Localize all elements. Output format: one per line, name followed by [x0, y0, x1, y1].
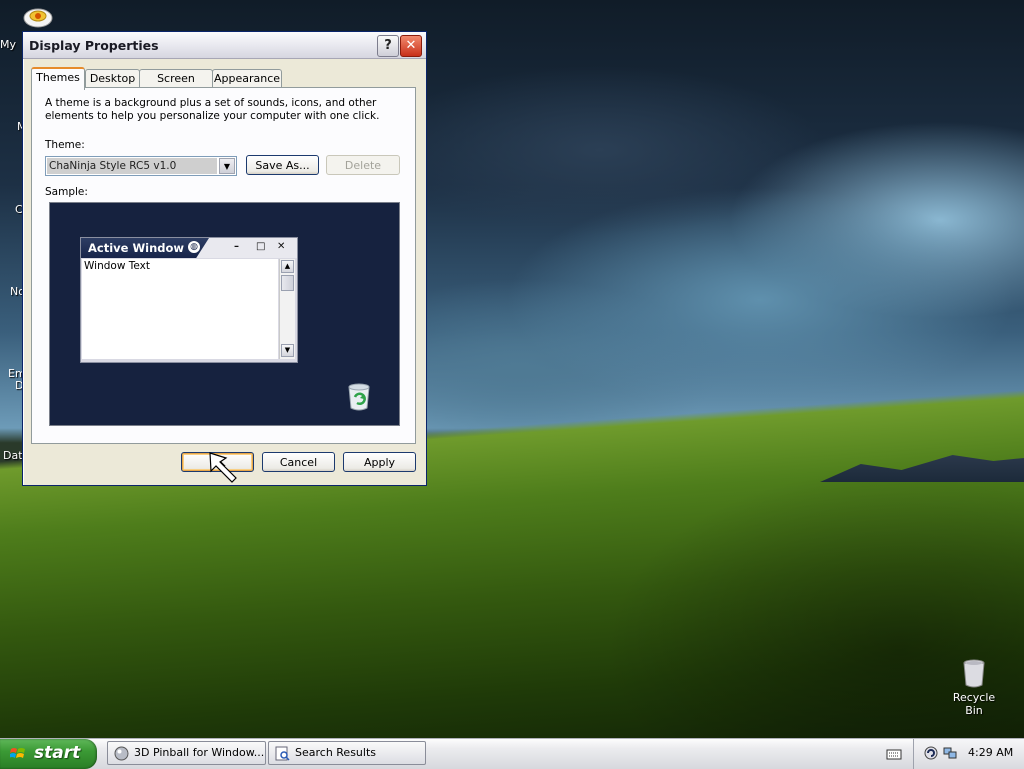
close-button[interactable]: ✕	[400, 35, 422, 57]
recycle-bin-shortcut[interactable]: Recycle Bin	[944, 658, 1004, 717]
cancel-button[interactable]: Cancel	[262, 452, 335, 472]
theme-dropdown-value: ChaNinja Style RC5 v1.0	[47, 158, 217, 174]
sample-maximize-icon: □	[256, 241, 266, 252]
sample-active-window: Active Window ◍ – □ ✕ Window Text ▲ ▼	[80, 237, 298, 363]
help-button[interactable]: ?	[377, 35, 399, 57]
distant-hills	[820, 455, 1024, 482]
sample-label: Sample:	[45, 186, 88, 198]
keyboard-icon[interactable]	[886, 747, 902, 761]
desktop-icon-label[interactable]: My	[0, 38, 16, 51]
tab-appearance[interactable]: Appearance	[212, 69, 282, 87]
sample-scrollbar: ▲ ▼	[279, 259, 295, 359]
mouse-cursor-icon	[209, 452, 237, 483]
search-results-icon	[275, 746, 290, 761]
start-label: start	[34, 743, 81, 763]
taskbar: start 3D Pinball for Window... Search Re…	[0, 738, 1024, 769]
sample-window-body: Window Text	[82, 259, 278, 359]
sample-close-icon: ✕	[277, 241, 286, 252]
theme-label: Theme:	[45, 139, 85, 151]
apply-button[interactable]: Apply	[343, 452, 416, 472]
sample-recycle-bin-icon	[348, 383, 370, 411]
pinball-icon	[114, 746, 129, 761]
tab-themes[interactable]: Themes	[31, 67, 85, 90]
windows-flag-icon	[10, 748, 25, 758]
themes-panel: A theme is a background plus a set of so…	[31, 87, 416, 444]
sample-window-text: Window Text	[84, 260, 150, 272]
recycle-bin-label: Recycle Bin	[952, 691, 996, 717]
window-title: Display Properties	[29, 38, 159, 53]
tray-theme-icon[interactable]	[924, 746, 938, 760]
sample-theme-badge-icon: ◍	[188, 241, 200, 253]
clock[interactable]: 4:29 AM	[968, 746, 1013, 759]
delete-button[interactable]: Delete	[326, 155, 400, 175]
recycle-bin-icon	[963, 659, 985, 688]
start-button[interactable]: start	[0, 739, 97, 769]
system-tray: 4:29 AM	[913, 739, 1024, 769]
scroll-up-icon: ▲	[281, 260, 294, 273]
theme-dropdown[interactable]: ChaNinja Style RC5 v1.0 ▼	[45, 156, 237, 176]
window-titlebar[interactable]: Display Properties ? ✕	[23, 32, 426, 59]
sample-window-title: Active Window	[88, 241, 185, 255]
display-properties-window: Display Properties ? ✕ Themes Desktop Sc…	[22, 31, 427, 486]
sample-titlebar: Active Window ◍ – □ ✕	[81, 238, 297, 258]
save-as-button[interactable]: Save As...	[246, 155, 319, 175]
taskbar-item-label: 3D Pinball for Window...	[134, 746, 265, 759]
taskbar-item-search-results[interactable]: Search Results	[268, 741, 426, 765]
desktop-app-icon[interactable]	[23, 6, 53, 28]
taskbar-item-label: Search Results	[295, 746, 377, 759]
tab-screen-saver[interactable]: Screen Saver	[139, 69, 213, 102]
chevron-down-icon[interactable]: ▼	[219, 158, 235, 174]
sample-minimize-icon: –	[234, 241, 239, 252]
network-icon[interactable]	[943, 746, 957, 760]
desktop-icon-label[interactable]: Dat	[3, 449, 23, 462]
taskbar-item-pinball[interactable]: 3D Pinball for Window...	[107, 741, 266, 765]
intro-text: A theme is a background plus a set of so…	[45, 97, 380, 122]
scroll-down-icon: ▼	[281, 344, 294, 357]
theme-sample-preview: Active Window ◍ – □ ✕ Window Text ▲ ▼	[49, 202, 400, 426]
tab-desktop[interactable]: Desktop	[85, 69, 140, 87]
scroll-thumb	[281, 275, 294, 291]
